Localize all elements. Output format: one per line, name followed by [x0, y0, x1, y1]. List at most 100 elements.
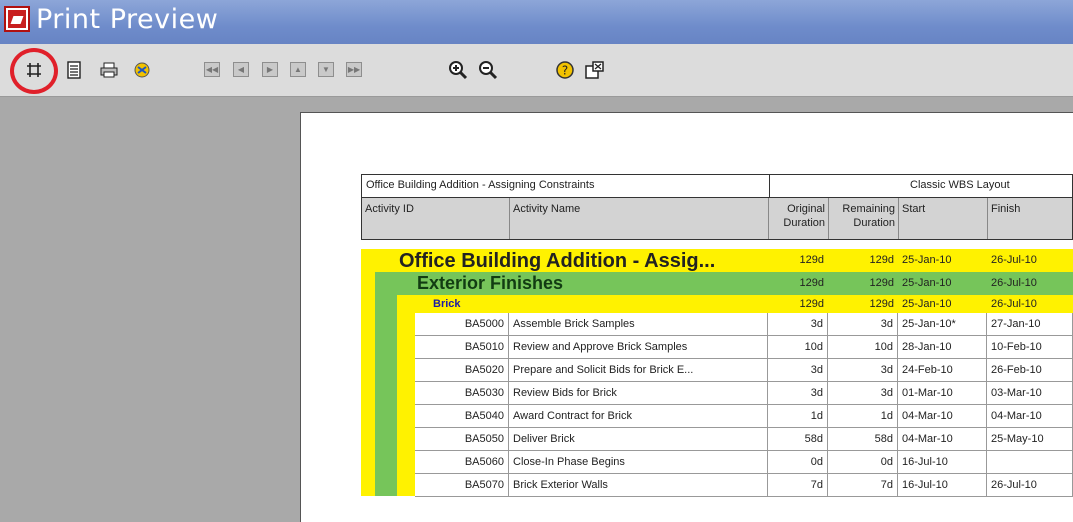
last-page-icon[interactable]: ▶▶ [346, 62, 362, 77]
activity-row[interactable]: BA5030 Review Bids for Brick 3d 3d 01-Mar-10… [361, 382, 1073, 405]
activity-row[interactable]: BA5050 Deliver Brick 58d 58d 04-Mar-10 25-May… [361, 428, 1073, 451]
remaining-duration: 3d [828, 313, 898, 336]
svg-text:?: ? [562, 64, 568, 78]
wbs-row-project[interactable]: Office Building Addition - Assig... 129d… [361, 249, 1073, 272]
col-original-duration-line1: Original [787, 203, 825, 215]
remaining-duration: 3d [828, 382, 898, 405]
title-bar: Print Preview [0, 0, 1073, 44]
previous-page-icon[interactable]: ◀ [233, 62, 249, 77]
activity-name: Brick Exterior Walls [509, 474, 768, 497]
activity-id: BA5040 [415, 405, 509, 428]
remaining-duration: 7d [828, 474, 898, 497]
layout-name: Classic WBS Layout [910, 179, 1010, 191]
original-duration: 0d [768, 451, 828, 474]
start-date: 16-Jul-10 [898, 451, 987, 474]
finish-date: 27-Jan-10 [987, 313, 1073, 336]
col-remaining-duration[interactable]: Remaining Duration [829, 198, 899, 239]
finish-date: 26-Jul-10 [987, 474, 1073, 497]
activity-name: Assemble Brick Samples [509, 313, 768, 336]
activity-row[interactable]: BA5010 Review and Approve Brick Samples 10… [361, 336, 1073, 359]
wbs-project-name: Office Building Addition - Assig... [361, 249, 768, 272]
remaining-duration: 10d [828, 336, 898, 359]
col-start[interactable]: Start [899, 198, 988, 239]
first-page-icon[interactable]: ◀◀ [204, 62, 220, 77]
activity-row[interactable]: BA5040 Award Contract for Brick 1d 1d 04-Mar… [361, 405, 1073, 428]
col-original-duration-line2: Duration [783, 217, 825, 229]
activity-row[interactable]: BA5070 Brick Exterior Walls 7d 7d 16-Jul-10 2… [361, 474, 1073, 497]
start-date: 24-Feb-10 [898, 359, 987, 382]
finish-date: 04-Mar-10 [987, 405, 1073, 428]
finish-date: 26-Feb-10 [987, 359, 1073, 382]
original-duration: 3d [768, 359, 828, 382]
toolbar: ◀◀ ◀ ▶ ▲ ▼ ▶▶ ? [0, 44, 1073, 97]
header-divider [769, 175, 770, 198]
print-options-icon[interactable] [132, 60, 152, 80]
activity-name: Review and Approve Brick Samples [509, 336, 768, 359]
wbs-brick-name: Brick [397, 295, 768, 313]
wbs-project-orig: 129d [768, 249, 828, 272]
col-activity-name[interactable]: Activity Name [510, 198, 769, 239]
activity-id: BA5010 [415, 336, 509, 359]
col-activity-id[interactable]: Activity ID [362, 198, 510, 239]
col-finish[interactable]: Finish [988, 198, 1073, 239]
start-date: 28-Jan-10 [898, 336, 987, 359]
wbs-exterior-rem: 129d [828, 272, 898, 295]
wbs-exterior-orig: 129d [768, 272, 828, 295]
page-up-icon[interactable]: ▲ [290, 62, 306, 77]
start-date: 25-Jan-10* [898, 313, 987, 336]
wbs-exterior-name: Exterior Finishes [375, 272, 768, 295]
finish-date: 10-Feb-10 [987, 336, 1073, 359]
window-title: Print Preview [36, 4, 219, 35]
wbs-exterior-start: 25-Jan-10 [898, 272, 987, 295]
activity-name: Close-In Phase Begins [509, 451, 768, 474]
activity-id: BA5050 [415, 428, 509, 451]
col-remaining-duration-line1: Remaining [842, 203, 895, 215]
wbs-row-brick[interactable]: Brick 129d 129d 25-Jan-10 26-Jul-10 [397, 295, 1073, 313]
column-headers: Activity ID Activity Name Original Durati… [361, 198, 1073, 240]
remaining-duration: 58d [828, 428, 898, 451]
start-date: 16-Jul-10 [898, 474, 987, 497]
activity-row[interactable]: BA5020 Prepare and Solicit Bids for Brick… [361, 359, 1073, 382]
original-duration: 7d [768, 474, 828, 497]
page-down-icon[interactable]: ▼ [318, 62, 334, 77]
activity-row[interactable]: BA5000 Assemble Brick Samples 3d 3d 25-Jan-1… [361, 313, 1073, 336]
wbs-project-finish: 26-Jul-10 [987, 249, 1073, 272]
finish-date: 03-Mar-10 [987, 382, 1073, 405]
original-duration: 1d [768, 405, 828, 428]
activity-name: Prepare and Solicit Bids for Brick E... [509, 359, 768, 382]
start-date: 01-Mar-10 [898, 382, 987, 405]
finish-date: 25-May-10 [987, 428, 1073, 451]
wbs-row-exterior[interactable]: Exterior Finishes 129d 129d 25-Jan-10 26… [375, 272, 1073, 295]
page-setup-highlight-circle [10, 48, 58, 94]
wbs-exterior-finish: 26-Jul-10 [987, 272, 1073, 295]
original-duration: 58d [768, 428, 828, 451]
activity-row[interactable]: BA5060 Close-In Phase Begins 0d 0d 16-Jul-10 [361, 451, 1073, 474]
zoom-in-icon[interactable] [448, 60, 468, 80]
wbs-brick-start: 25-Jan-10 [898, 295, 987, 313]
zoom-out-icon[interactable] [478, 60, 498, 80]
col-original-duration[interactable]: Original Duration [769, 198, 829, 239]
help-icon[interactable]: ? [555, 60, 575, 80]
remaining-duration: 0d [828, 451, 898, 474]
remaining-duration: 3d [828, 359, 898, 382]
original-duration: 3d [768, 313, 828, 336]
activity-id: BA5030 [415, 382, 509, 405]
start-date: 04-Mar-10 [898, 428, 987, 451]
activity-name: Deliver Brick [509, 428, 768, 451]
original-duration: 3d [768, 382, 828, 405]
activity-name: Award Contract for Brick [509, 405, 768, 428]
report-title: Office Building Addition - Assigning Con… [366, 179, 595, 191]
wbs-project-start: 25-Jan-10 [898, 249, 987, 272]
wbs-brick-finish: 26-Jul-10 [987, 295, 1073, 313]
print-icon[interactable] [99, 60, 119, 80]
preview-background [0, 97, 300, 521]
start-date: 04-Mar-10 [898, 405, 987, 428]
activity-id: BA5070 [415, 474, 509, 497]
report-header: Office Building Addition - Assigning Con… [361, 174, 1073, 198]
next-page-icon[interactable]: ▶ [262, 62, 278, 77]
wbs-project-rem: 129d [828, 249, 898, 272]
wbs-brick-rem: 129d [828, 295, 898, 313]
activity-id: BA5000 [415, 313, 509, 336]
print-setup-icon[interactable] [64, 60, 84, 80]
close-preview-icon[interactable] [585, 60, 605, 80]
